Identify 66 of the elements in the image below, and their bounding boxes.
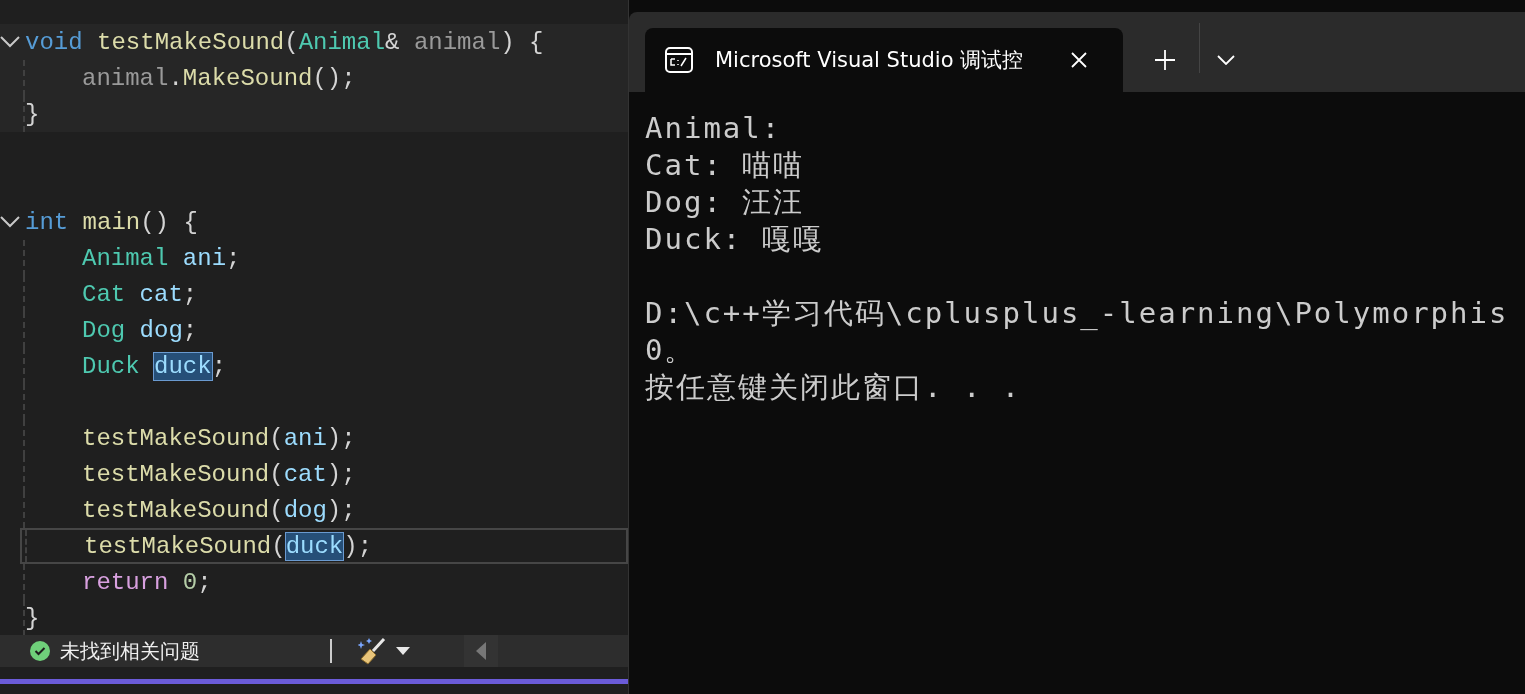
code-token: Animal bbox=[298, 28, 386, 56]
chevron-down-icon[interactable] bbox=[1217, 55, 1235, 65]
code-token: dog bbox=[139, 316, 183, 344]
code-token: Animal bbox=[82, 244, 170, 272]
status-message: 未找到相关问题 bbox=[60, 637, 200, 665]
code-token: ( bbox=[269, 496, 284, 524]
console-line: Dog: 汪汪 bbox=[645, 184, 806, 221]
code-token: ; bbox=[226, 244, 241, 272]
add-icon[interactable] bbox=[1155, 50, 1175, 70]
code-token: ) { bbox=[500, 28, 544, 56]
code-token: cat bbox=[139, 280, 183, 308]
code-token: Cat bbox=[82, 280, 127, 308]
code-token: () { bbox=[140, 208, 198, 236]
console-line: Duck: 嘎嘎 bbox=[645, 221, 825, 258]
code-token: ( bbox=[271, 532, 286, 560]
code-token: testMakeSound bbox=[97, 28, 285, 56]
console-line: 0。 bbox=[645, 332, 697, 369]
code-token: duck bbox=[285, 532, 344, 560]
caret-icon[interactable] bbox=[396, 647, 410, 655]
code-token: void bbox=[25, 28, 84, 56]
terminal-tab[interactable]: Microsoft Visual Studio 调试控 bbox=[645, 28, 1123, 92]
code-token: testMakeSound bbox=[82, 424, 270, 452]
code-token: Duck bbox=[82, 352, 141, 380]
code-token: animal bbox=[82, 64, 169, 92]
code-token: (); bbox=[312, 64, 356, 92]
code-token: testMakeSound bbox=[82, 496, 270, 524]
code-token: ); bbox=[326, 460, 356, 488]
code-token: testMakeSound bbox=[84, 532, 272, 560]
scroll-left-button[interactable] bbox=[464, 635, 498, 667]
code-token: return bbox=[82, 568, 170, 596]
code-token: ); bbox=[326, 496, 356, 524]
code-token: animal bbox=[413, 28, 501, 56]
code-token: MakeSound bbox=[182, 64, 313, 92]
code-token: } bbox=[25, 100, 40, 128]
console-line: Cat: 喵喵 bbox=[645, 147, 806, 184]
code-token: ); bbox=[326, 424, 356, 452]
collapse-icon[interactable] bbox=[0, 36, 20, 48]
code-token: cat bbox=[283, 460, 327, 488]
code-token: ani bbox=[283, 424, 327, 452]
code-token: duck bbox=[154, 352, 212, 380]
code-token: ( bbox=[269, 424, 284, 452]
code-token: ani bbox=[182, 244, 227, 272]
code-token: } bbox=[25, 604, 40, 632]
collapse-icon[interactable] bbox=[0, 216, 20, 228]
code-token: ; bbox=[211, 352, 227, 380]
code-token: ); bbox=[343, 532, 373, 560]
console-line: 按任意键关闭此窗口. . . bbox=[645, 369, 1023, 406]
code-token: ; bbox=[182, 316, 198, 344]
console-line: D:\c++学习代码\cplusplus_-learning\Polymorphis bbox=[645, 295, 1510, 332]
code-token: dog bbox=[283, 496, 327, 524]
code-token: int bbox=[25, 208, 70, 236]
close-icon[interactable] bbox=[1071, 52, 1087, 68]
code-token: Dog bbox=[82, 316, 127, 344]
code-token: 0 bbox=[182, 568, 198, 596]
broom-icon[interactable] bbox=[358, 637, 388, 665]
console-line: Animal: bbox=[645, 110, 783, 147]
code-token: ( bbox=[269, 460, 284, 488]
code-token: . bbox=[168, 64, 183, 92]
triangle-left-icon bbox=[476, 642, 486, 660]
terminal-icon bbox=[665, 47, 693, 73]
code-token: ( bbox=[284, 28, 299, 56]
code-token: & bbox=[385, 28, 401, 56]
code-token: testMakeSound bbox=[82, 460, 270, 488]
code-token: ; bbox=[197, 568, 212, 596]
code-token: main bbox=[82, 208, 141, 236]
code-token: ; bbox=[182, 280, 198, 308]
